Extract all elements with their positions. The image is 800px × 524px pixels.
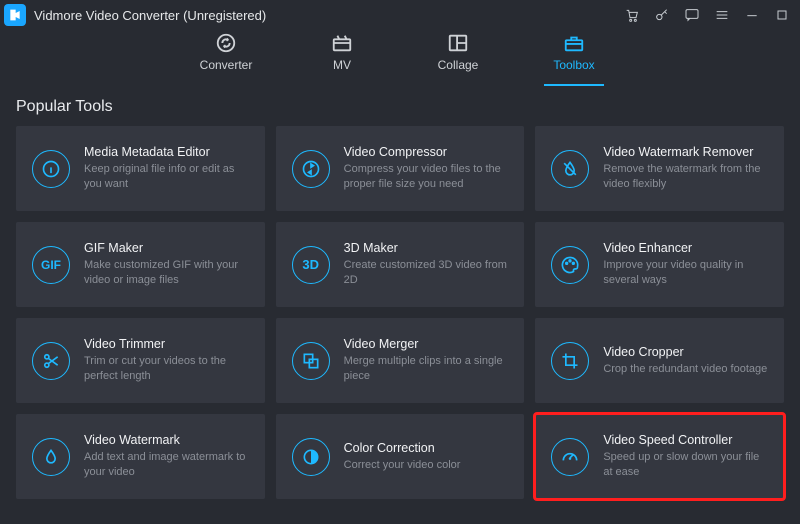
tool-desc: Crop the redundant video footage [603, 362, 768, 377]
tab-converter[interactable]: Converter [196, 32, 256, 86]
tool-desc: Compress your video files to the proper … [344, 162, 509, 192]
scissors-icon [32, 342, 70, 380]
menu-icon[interactable] [714, 7, 730, 23]
tool-title: Video Watermark [84, 433, 249, 447]
compress-icon [292, 150, 330, 188]
tool-video-trimmer[interactable]: Video Trimmer Trim or cut your videos to… [16, 318, 265, 403]
tool-desc: Merge multiple clips into a single piece [344, 354, 509, 384]
no-drop-icon [551, 150, 589, 188]
tool-desc: Correct your video color [344, 458, 509, 473]
tool-title: Video Watermark Remover [603, 145, 768, 159]
tool-color-correction[interactable]: Color Correction Correct your video colo… [276, 414, 525, 499]
tool-desc: Add text and image watermark to your vid… [84, 450, 249, 480]
tool-title: GIF Maker [84, 241, 249, 255]
three-d-icon: 3D [292, 246, 330, 284]
app-logo-icon [4, 4, 26, 26]
tool-desc: Trim or cut your videos to the perfect l… [84, 354, 249, 384]
section-title: Popular Tools [0, 86, 800, 126]
tool-media-metadata-editor[interactable]: Media Metadata Editor Keep original file… [16, 126, 265, 211]
tool-desc: Create customized 3D video from 2D [344, 258, 509, 288]
tool-video-enhancer[interactable]: Video Enhancer Improve your video qualit… [535, 222, 784, 307]
tool-title: Video Speed Controller [603, 433, 768, 447]
title-bar: Vidmore Video Converter (Unregistered) [0, 0, 800, 30]
tool-title: 3D Maker [344, 241, 509, 255]
merge-icon [292, 342, 330, 380]
tools-grid: Media Metadata Editor Keep original file… [0, 126, 800, 515]
info-icon [32, 150, 70, 188]
color-icon [292, 438, 330, 476]
speed-icon [551, 438, 589, 476]
tool-title: Video Enhancer [603, 241, 768, 255]
tool-video-merger[interactable]: Video Merger Merge multiple clips into a… [276, 318, 525, 403]
collage-icon [447, 32, 469, 54]
tool-desc: Improve your video quality in several wa… [603, 258, 768, 288]
tab-label: MV [333, 58, 351, 72]
tool-title: Media Metadata Editor [84, 145, 249, 159]
maximize-icon[interactable] [774, 7, 790, 23]
tool-title: Video Compressor [344, 145, 509, 159]
tool-title: Video Cropper [603, 345, 768, 359]
drop-icon [32, 438, 70, 476]
tool-gif-maker[interactable]: GIF GIF Maker Make customized GIF with y… [16, 222, 265, 307]
tool-video-cropper[interactable]: Video Cropper Crop the redundant video f… [535, 318, 784, 403]
tool-title: Video Merger [344, 337, 509, 351]
feedback-icon[interactable] [684, 7, 700, 23]
converter-icon [215, 32, 237, 54]
tool-desc: Speed up or slow down your file at ease [603, 450, 768, 480]
tool-video-watermark[interactable]: Video Watermark Add text and image water… [16, 414, 265, 499]
tab-toolbox[interactable]: Toolbox [544, 32, 604, 86]
cart-icon[interactable] [624, 7, 640, 23]
tab-label: Collage [438, 58, 479, 72]
tab-collage[interactable]: Collage [428, 32, 488, 86]
toolbox-icon [563, 32, 585, 54]
tool-video-speed-controller[interactable]: Video Speed Controller Speed up or slow … [535, 414, 784, 499]
main-tabs: Converter MV Collage Toolbox [0, 30, 800, 86]
mv-icon [331, 32, 353, 54]
tool-desc: Keep original file info or edit as you w… [84, 162, 249, 192]
app-title: Vidmore Video Converter (Unregistered) [34, 8, 266, 23]
tool-desc: Remove the watermark from the video flex… [603, 162, 768, 192]
tool-desc: Make customized GIF with your video or i… [84, 258, 249, 288]
tool-video-watermark-remover[interactable]: Video Watermark Remover Remove the water… [535, 126, 784, 211]
tool-title: Video Trimmer [84, 337, 249, 351]
tool-title: Color Correction [344, 441, 509, 455]
palette-icon [551, 246, 589, 284]
tool-video-compressor[interactable]: Video Compressor Compress your video fil… [276, 126, 525, 211]
tab-label: Toolbox [553, 58, 594, 72]
tab-mv[interactable]: MV [312, 32, 372, 86]
crop-icon [551, 342, 589, 380]
tab-label: Converter [200, 58, 253, 72]
key-icon[interactable] [654, 7, 670, 23]
minimize-icon[interactable] [744, 7, 760, 23]
gif-icon: GIF [32, 246, 70, 284]
tool-3d-maker[interactable]: 3D 3D Maker Create customized 3D video f… [276, 222, 525, 307]
